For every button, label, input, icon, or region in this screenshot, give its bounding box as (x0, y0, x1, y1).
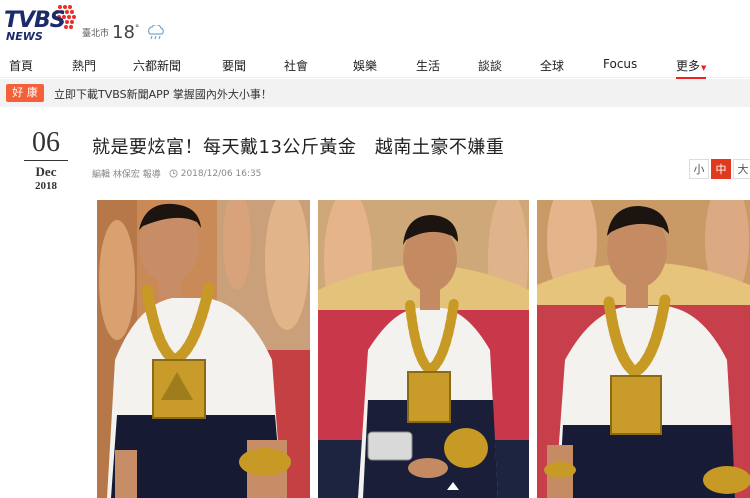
article-title: 就是要炫富！每天戴13公斤黃金 越南土豪不嫌重 (92, 137, 505, 158)
chevron-down-icon: ▼ (701, 64, 707, 72)
tvbs-news-logo[interactable]: TVBS NEWS (4, 4, 80, 43)
date-month: Dec (35, 164, 57, 179)
nav-item-headlines[interactable]: 要聞 (222, 57, 246, 74)
nav-item-entertainment[interactable]: 娛樂 (353, 57, 377, 74)
weather-degree: ° (134, 24, 140, 34)
photo-panel-3 (537, 200, 750, 498)
nav-item-talk[interactable]: 談談 (478, 57, 502, 74)
promo-ticker: 好 康 立即下載TVBS新聞APP 掌握國內外大小事！ (0, 79, 750, 107)
date-day: 06 (24, 128, 68, 161)
nav-item-hot[interactable]: 熱門 (72, 57, 96, 74)
author-label: 編輯 林保宏 報導 (92, 170, 161, 180)
promo-message[interactable]: 立即下載TVBS新聞APP 掌握國內外大小事！ (54, 86, 272, 102)
nav-item-society[interactable]: 社會 (284, 57, 308, 74)
date-year: 2018 (35, 180, 57, 192)
photo-panel-2 (318, 200, 529, 498)
site-header: TVBS NEWS 臺北市 18 ° (0, 0, 750, 48)
publish-timestamp: 2018/12/06 16:35 (180, 168, 262, 179)
font-size-small-button[interactable]: 小 (689, 159, 709, 179)
nav-item-global[interactable]: 全球 (540, 57, 564, 74)
weather-city: 臺北市 (82, 29, 110, 39)
font-size-controls: 小 中 大 (687, 159, 750, 179)
weather-temp: 18 (112, 22, 135, 43)
play-icon[interactable] (447, 482, 459, 490)
nav-item-focus[interactable]: Focus (603, 57, 637, 71)
font-size-large-button[interactable]: 大 (733, 159, 750, 179)
main-nav: 首頁 熱門 六都新聞 要聞 社會 娛樂 生活 談談 全球 Focus 更多▼ (0, 50, 750, 79)
photo-panel-1 (97, 200, 310, 498)
nav-item-more[interactable]: 更多▼ (676, 57, 707, 79)
nav-item-home[interactable]: 首頁 (9, 57, 33, 74)
nav-item-six-cities[interactable]: 六都新聞 (133, 57, 181, 74)
nav-more-label: 更多 (676, 59, 701, 73)
article-date: 06 Dec 2018 (24, 128, 68, 192)
weather-widget[interactable]: 臺北市 18 ° (82, 22, 167, 43)
article-photo[interactable] (97, 200, 750, 498)
article-byline: 編輯 林保宏 報導 2018/12/06 16:35 (92, 167, 262, 181)
logo-subtext: NEWS (6, 30, 43, 43)
rain-cloud-icon (148, 24, 165, 39)
promo-tag: 好 康 (6, 84, 44, 102)
nav-item-life[interactable]: 生活 (416, 57, 440, 74)
font-size-medium-button[interactable]: 中 (711, 159, 731, 179)
clock-icon (169, 169, 178, 178)
